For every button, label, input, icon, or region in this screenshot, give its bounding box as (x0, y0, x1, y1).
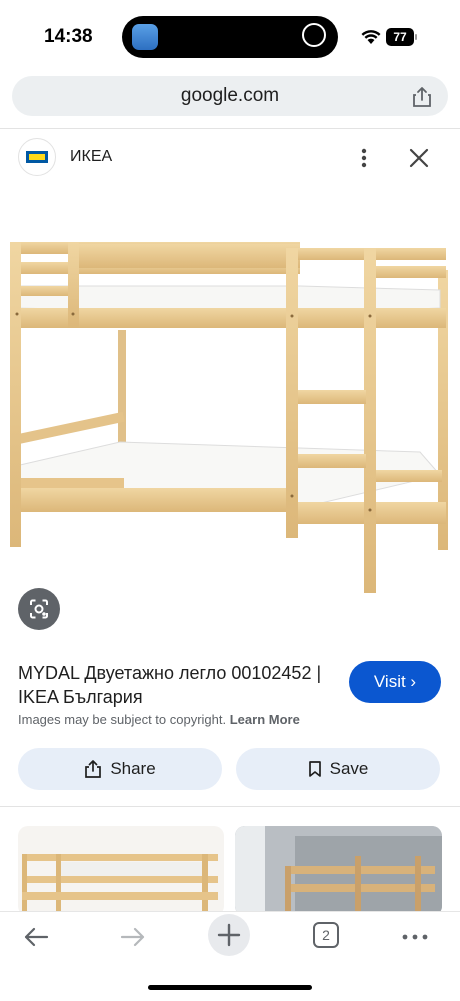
learn-more-link[interactable]: Learn More (230, 712, 300, 727)
battery-indicator: 77 (386, 28, 414, 46)
google-lens-icon (30, 599, 48, 619)
tab-switcher-button[interactable]: 2 (313, 922, 339, 948)
copyright-note: Images may be subject to copyright. Lear… (18, 712, 300, 727)
island-record-icon (302, 23, 326, 47)
forward-arrow-icon[interactable] (118, 922, 148, 952)
result-title[interactable]: MYDAL Двуетажно легло 00102452 | IKEA Бъ… (18, 661, 338, 709)
bunk-bed-image[interactable] (0, 190, 460, 610)
related-image-2[interactable] (235, 826, 442, 916)
home-indicator (148, 985, 312, 990)
divider (0, 806, 460, 807)
share-label: Share (110, 759, 156, 778)
plus-icon (217, 923, 241, 947)
share-icon[interactable] (410, 85, 434, 109)
more-options-icon[interactable] (354, 146, 374, 170)
bunk-bed-thumbnail (22, 854, 218, 916)
site-name[interactable]: ИКЕА (70, 148, 112, 166)
lens-search-button[interactable] (18, 588, 60, 630)
back-arrow-icon[interactable] (21, 922, 51, 952)
battery-tip (415, 34, 417, 40)
visit-label: Visit (373, 672, 406, 691)
url-text[interactable]: google.com (12, 76, 448, 116)
save-label: Save (329, 759, 369, 778)
share-button[interactable]: Share (18, 748, 222, 790)
divider (0, 128, 460, 129)
status-time: 14:38 (44, 26, 93, 47)
new-tab-button[interactable] (208, 914, 250, 956)
visit-button[interactable]: Visit › (349, 661, 441, 703)
ikea-logo-center (29, 154, 45, 160)
wifi-icon (361, 30, 381, 44)
copyright-text: Images may be subject to copyright. (18, 712, 227, 727)
save-button[interactable]: Save (236, 748, 440, 790)
share-icon (85, 760, 102, 778)
close-icon[interactable] (406, 145, 432, 171)
bookmark-icon (308, 761, 321, 777)
island-app-icon (132, 24, 158, 50)
room-thumbnail (235, 826, 442, 916)
related-image-1[interactable] (18, 826, 224, 916)
more-menu-icon[interactable] (400, 922, 430, 952)
